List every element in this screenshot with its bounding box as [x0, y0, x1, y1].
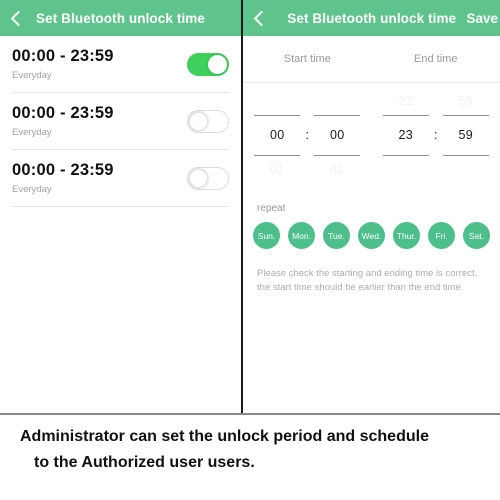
schedule-time: 00:00 - 23:59	[12, 104, 114, 122]
end-hour-above: 22	[398, 94, 413, 108]
toggle-knob	[189, 111, 209, 131]
page-title: Set Bluetooth unlock time	[287, 10, 457, 26]
caption-line-2: to the Authorized user users.	[34, 454, 255, 471]
validation-hint-text: Please check the starting and ending tim…	[257, 268, 478, 293]
chevron-left-icon	[253, 10, 270, 26]
start-hour-below: 01	[270, 162, 285, 176]
end-time-separator: :	[434, 128, 438, 142]
list-item[interactable]: 00:00 - 23:59 Everyday	[12, 150, 230, 207]
left-app-bar: Set Bluetooth unlock time	[0, 0, 242, 36]
end-hour-value[interactable]: 23	[383, 128, 429, 142]
start-time-group-below: 01 01	[243, 162, 371, 176]
page-title: Set Bluetooth unlock time	[36, 10, 206, 26]
start-minute-value[interactable]: 00	[314, 128, 360, 142]
end-time-group: 23 : 59	[372, 128, 500, 142]
caption-divider	[0, 413, 500, 415]
end-time-group-above: 22 58	[372, 94, 500, 108]
schedule-text-group: 00:00 - 23:59 Everyday	[12, 161, 114, 195]
dual-screenshot-container: Set Bluetooth unlock time 00:00 - 23:59 …	[0, 0, 500, 413]
chevron-left-icon	[10, 10, 27, 26]
schedule-toggle[interactable]	[187, 166, 230, 190]
end-time-label: End time	[414, 53, 458, 65]
caption-text: Administrator can set the unlock period …	[0, 424, 500, 476]
schedule-time: 00:00 - 23:59	[12, 161, 114, 179]
schedule-time: 00:00 - 23:59	[12, 47, 114, 65]
schedule-toggle[interactable]	[187, 109, 230, 133]
end-minute-above: 58	[458, 94, 473, 108]
toggle-knob	[189, 168, 209, 188]
picker-row-above[interactable]: 22 58	[243, 87, 500, 115]
day-chip-thur[interactable]: Thur.	[392, 222, 420, 249]
picker-row-selected[interactable]: 00 : 00 23 : 59	[243, 115, 500, 155]
start-time-separator: :	[305, 128, 309, 142]
end-minute-value[interactable]: 59	[443, 128, 489, 142]
start-time-group: 00 : 00	[243, 128, 371, 142]
repeat-day-selector: Sun. Mon. Tue. Wed. Thur. Fri. Sat.	[243, 214, 500, 249]
right-phone-screen: Set Bluetooth unlock time Save Start tim…	[241, 0, 500, 413]
start-minute-below: 01	[330, 162, 345, 176]
list-item[interactable]: 00:00 - 23:59 Everyday	[12, 93, 230, 150]
back-button[interactable]	[0, 0, 34, 36]
right-app-bar: Set Bluetooth unlock time Save	[243, 0, 500, 36]
day-chip-tue[interactable]: Tue.	[323, 222, 350, 249]
schedule-text-group: 00:00 - 23:59 Everyday	[12, 104, 114, 138]
day-chip-mon[interactable]: Mon.	[288, 222, 316, 249]
start-time-label: Start time	[283, 53, 331, 65]
day-chip-sun[interactable]: Sun.	[253, 222, 281, 249]
toggle-knob	[208, 54, 228, 74]
day-chip-sat[interactable]: Sat.	[462, 222, 490, 249]
day-chip-fri[interactable]: Fri.	[427, 222, 455, 249]
save-button[interactable]: Save	[466, 11, 500, 26]
schedule-repeat: Everyday	[12, 70, 52, 81]
schedule-toggle[interactable]	[187, 52, 230, 76]
picker-row-below[interactable]: 01 01	[243, 155, 500, 183]
repeat-label: repeat	[257, 203, 286, 214]
picker-column-headers: Start time End time	[243, 36, 500, 83]
back-button[interactable]	[243, 0, 277, 36]
list-item[interactable]: 00:00 - 23:59 Everyday	[12, 36, 230, 93]
day-chip-wed[interactable]: Wed.	[357, 222, 385, 249]
schedule-text-group: 00:00 - 23:59 Everyday	[12, 47, 114, 81]
left-phone-screen: Set Bluetooth unlock time 00:00 - 23:59 …	[0, 0, 242, 413]
schedule-repeat: Everyday	[12, 127, 52, 138]
start-hour-value[interactable]: 00	[254, 128, 300, 142]
caption-line-1: Administrator can set the unlock period …	[20, 428, 429, 445]
schedule-repeat: Everyday	[12, 184, 52, 195]
time-picker[interactable]: 22 58 00: 00 23: 59 01 01	[243, 83, 500, 183]
schedule-list: 00:00 - 23:59 Everyday 00:00 - 23:59 Eve…	[0, 36, 241, 207]
